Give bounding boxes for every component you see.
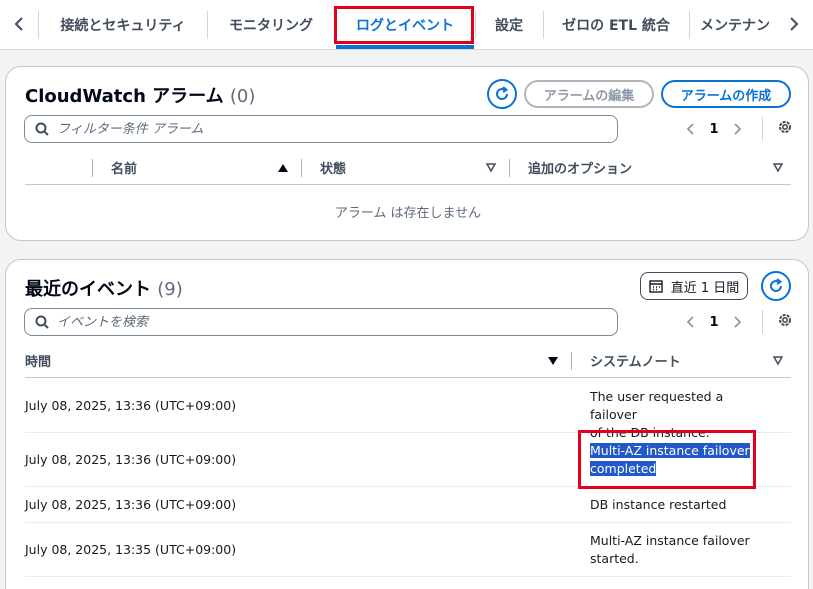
search-icon — [35, 315, 49, 329]
pagination-divider — [762, 310, 763, 334]
cloudwatch-alarms-panel: CloudWatch アラーム (0) アラームの編集 アラームの作成 1 名前… — [5, 66, 809, 241]
pagination-divider — [762, 117, 763, 141]
alarms-next-page-button[interactable] — [728, 123, 748, 135]
sort-caret-down-icon[interactable] — [773, 356, 783, 366]
events-title-text: 最近のイベント — [25, 279, 151, 300]
sort-descending-icon[interactable] — [548, 356, 558, 366]
column-header-system-notes[interactable]: システムノート — [590, 344, 681, 377]
tab-configuration[interactable]: 設定 — [476, 0, 542, 49]
event-time: July 08, 2025, 13:36 (UTC+09:00) — [25, 398, 237, 413]
create-alarm-button[interactable]: アラームの作成 — [661, 80, 791, 108]
events-next-page-button[interactable] — [728, 316, 748, 328]
event-time: July 08, 2025, 13:36 (UTC+09:00) — [25, 497, 237, 512]
chevron-right-icon — [734, 123, 742, 135]
alarms-title-text: CloudWatch アラーム — [25, 86, 224, 107]
event-note: Multi-AZ instance failover completed — [590, 442, 770, 478]
event-note-line-selected: completed — [590, 461, 657, 476]
time-range-button[interactable]: 直近 1 日間 — [640, 272, 748, 300]
refresh-icon — [496, 86, 509, 100]
events-pagination: 1 — [680, 308, 793, 336]
events-preferences-button[interactable] — [777, 312, 793, 332]
column-divider — [571, 352, 572, 370]
column-divider — [301, 159, 302, 177]
alarms-count: (0) — [229, 86, 256, 107]
event-note-line: The user requested a failover — [590, 389, 724, 422]
alarms-prev-page-button[interactable] — [680, 123, 700, 135]
tab-connectivity-security[interactable]: 接続とセキュリティ — [40, 0, 206, 49]
event-time: July 08, 2025, 13:36 (UTC+09:00) — [25, 452, 237, 467]
event-note: DB instance restarted — [590, 496, 770, 514]
gear-icon — [779, 314, 791, 326]
events-prev-page-button[interactable] — [680, 316, 700, 328]
refresh-icon — [770, 278, 783, 292]
event-note-line-selected: Multi-AZ instance failover — [590, 443, 750, 458]
table-row: July 08, 2025, 13:36 (UTC+09:00) DB inst… — [25, 487, 791, 523]
search-icon — [35, 122, 49, 136]
events-count: (9) — [157, 279, 183, 300]
chevron-left-icon — [686, 123, 694, 135]
alarms-refresh-button[interactable] — [487, 79, 517, 109]
event-note: Multi-AZ instance failover started. — [590, 532, 770, 568]
events-search-input[interactable] — [57, 314, 577, 330]
sort-ascending-icon[interactable] — [278, 163, 288, 173]
events-title: 最近のイベント (9) — [25, 275, 183, 301]
event-note-line: started. — [590, 551, 639, 566]
events-table-header: 時間 システムノート — [25, 344, 791, 378]
active-tab-indicator — [336, 45, 474, 49]
alarms-page-number[interactable]: 1 — [700, 122, 728, 137]
chevron-right-icon — [790, 17, 799, 31]
events-refresh-button[interactable] — [761, 271, 791, 301]
event-time: July 08, 2025, 13:35 (UTC+09:00) — [25, 542, 237, 557]
table-row: July 08, 2025, 13:36 (UTC+09:00) The use… — [25, 379, 791, 440]
gear-icon — [779, 121, 791, 133]
edit-alarms-button[interactable]: アラームの編集 — [524, 80, 654, 108]
alarms-filter[interactable] — [24, 115, 618, 143]
event-note-line: Multi-AZ instance failover — [590, 533, 750, 548]
event-note-line: DB instance restarted — [590, 497, 727, 512]
column-divider — [92, 159, 93, 177]
alarms-pagination: 1 — [680, 115, 793, 143]
column-header-name[interactable]: 名前 — [111, 151, 137, 184]
time-range-label: 直近 1 日間 — [670, 280, 740, 296]
alarms-empty-message: アラーム は存在しません — [334, 206, 482, 221]
events-search[interactable] — [24, 308, 618, 336]
sort-caret-down-icon[interactable] — [486, 163, 496, 173]
recent-events-panel: 最近のイベント (9) 直近 1 日間 1 時間 システムノート July 08… — [5, 259, 809, 589]
tab-bar: 接続とセキュリティ モニタリング ログとイベント 設定 ゼロの ETL 統合 メ… — [0, 0, 813, 50]
tab-divider — [334, 11, 335, 39]
chevron-right-icon — [734, 316, 742, 328]
column-divider — [509, 159, 510, 177]
tab-scroll-left-button[interactable] — [8, 10, 30, 38]
alarms-filter-input[interactable] — [57, 121, 577, 137]
tab-divider — [689, 11, 690, 39]
tab-scroll-right-button[interactable] — [783, 10, 805, 38]
tab-maintenance[interactable]: メンテナン — [700, 0, 780, 49]
table-row: July 08, 2025, 13:35 (UTC+09:00) Multi-A… — [25, 523, 791, 577]
column-header-state[interactable]: 状態 — [320, 151, 346, 184]
column-header-time[interactable]: 時間 — [25, 344, 51, 377]
sort-caret-down-icon[interactable] — [773, 163, 783, 173]
alarms-title: CloudWatch アラーム (0) — [25, 82, 255, 108]
tab-divider — [38, 11, 39, 39]
tab-monitoring[interactable]: モニタリング — [208, 0, 334, 49]
alarms-preferences-button[interactable] — [777, 119, 793, 139]
tab-zero-etl[interactable]: ゼロの ETL 統合 — [544, 0, 688, 49]
column-header-additional-options[interactable]: 追加のオプション — [528, 151, 632, 184]
events-page-number[interactable]: 1 — [700, 315, 728, 330]
chevron-left-icon — [14, 17, 23, 31]
chevron-left-icon — [686, 316, 694, 328]
table-row: July 08, 2025, 13:36 (UTC+09:00) Multi-A… — [25, 433, 791, 487]
tab-logs-events[interactable]: ログとイベント — [336, 0, 474, 49]
alarms-table-header: 名前 状態 追加のオプション — [25, 151, 791, 185]
calendar-icon — [649, 280, 663, 293]
